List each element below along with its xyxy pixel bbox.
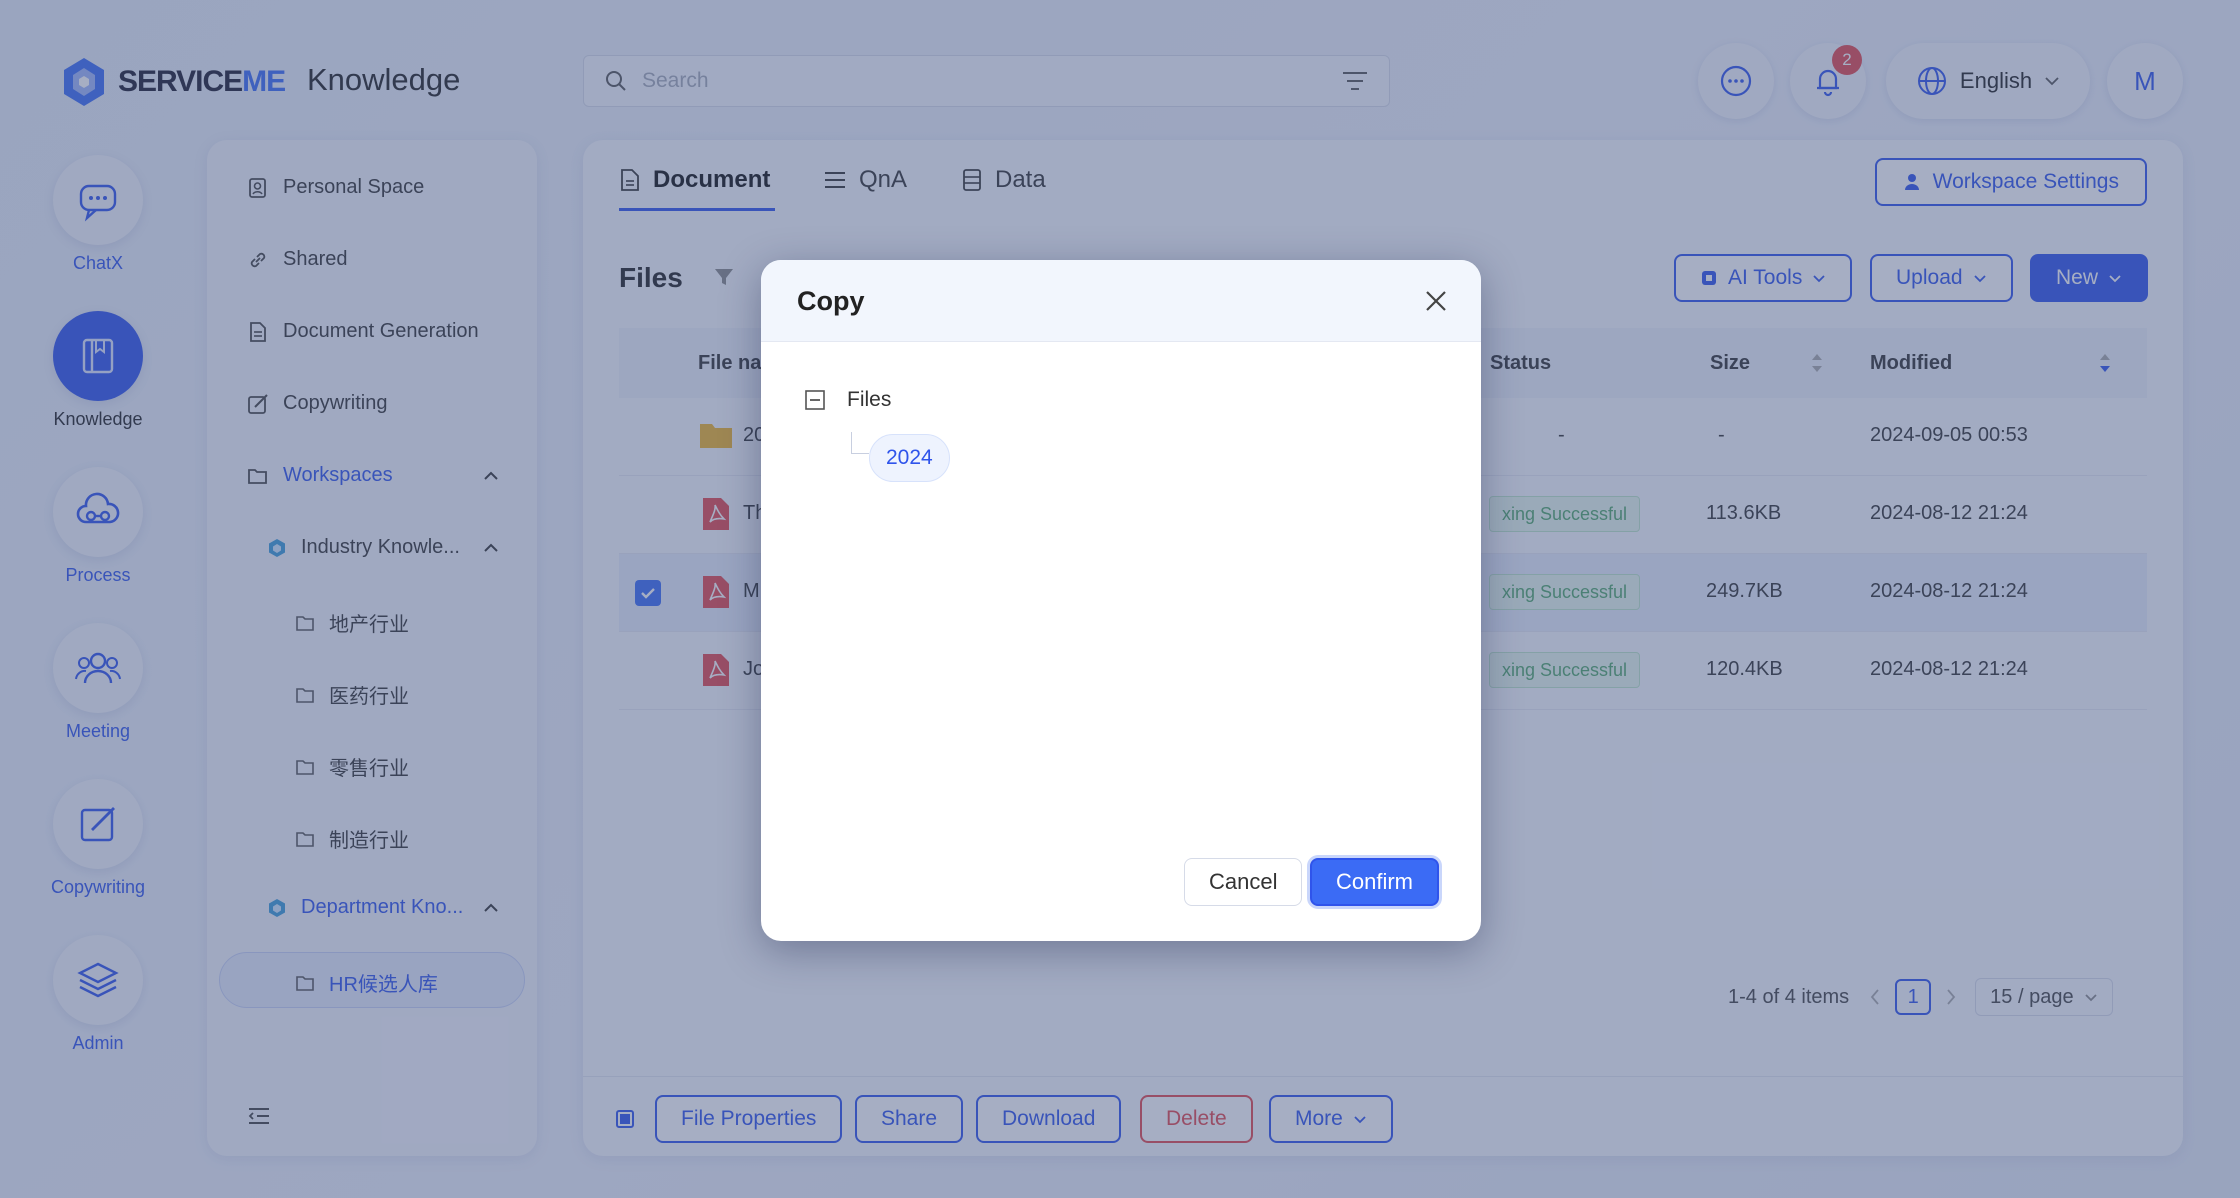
dialog-title: Copy (797, 286, 865, 316)
collapse-square-icon[interactable] (805, 390, 825, 410)
copy-dialog: Copy Files 2024 Cancel Confirm (761, 260, 1481, 941)
cancel-button[interactable]: Cancel (1184, 858, 1303, 906)
tree-node-2024[interactable]: 2024 (869, 434, 950, 482)
dialog-header: Copy (761, 260, 1481, 342)
tree-connector (851, 432, 869, 454)
close-icon[interactable] (1419, 284, 1453, 318)
tree-node-files[interactable]: Files (805, 388, 891, 412)
tree-node-label: Files (847, 388, 892, 411)
confirm-button[interactable]: Confirm (1310, 858, 1440, 906)
